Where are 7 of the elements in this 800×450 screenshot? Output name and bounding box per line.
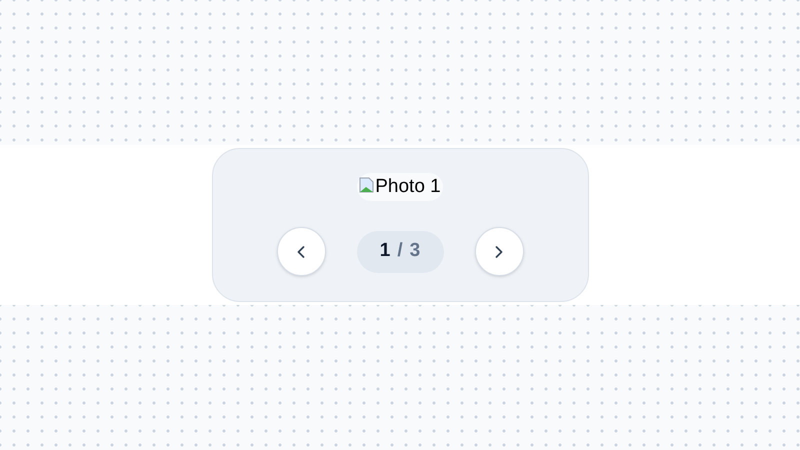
- broken-image-icon: [359, 177, 376, 193]
- current-page: 1: [380, 239, 390, 264]
- previous-button[interactable]: [276, 227, 326, 276]
- page-separator: /: [397, 239, 403, 264]
- total-pages: 3: [410, 239, 420, 264]
- next-button[interactable]: [474, 227, 524, 276]
- image-alt-text: Photo 1: [375, 174, 441, 199]
